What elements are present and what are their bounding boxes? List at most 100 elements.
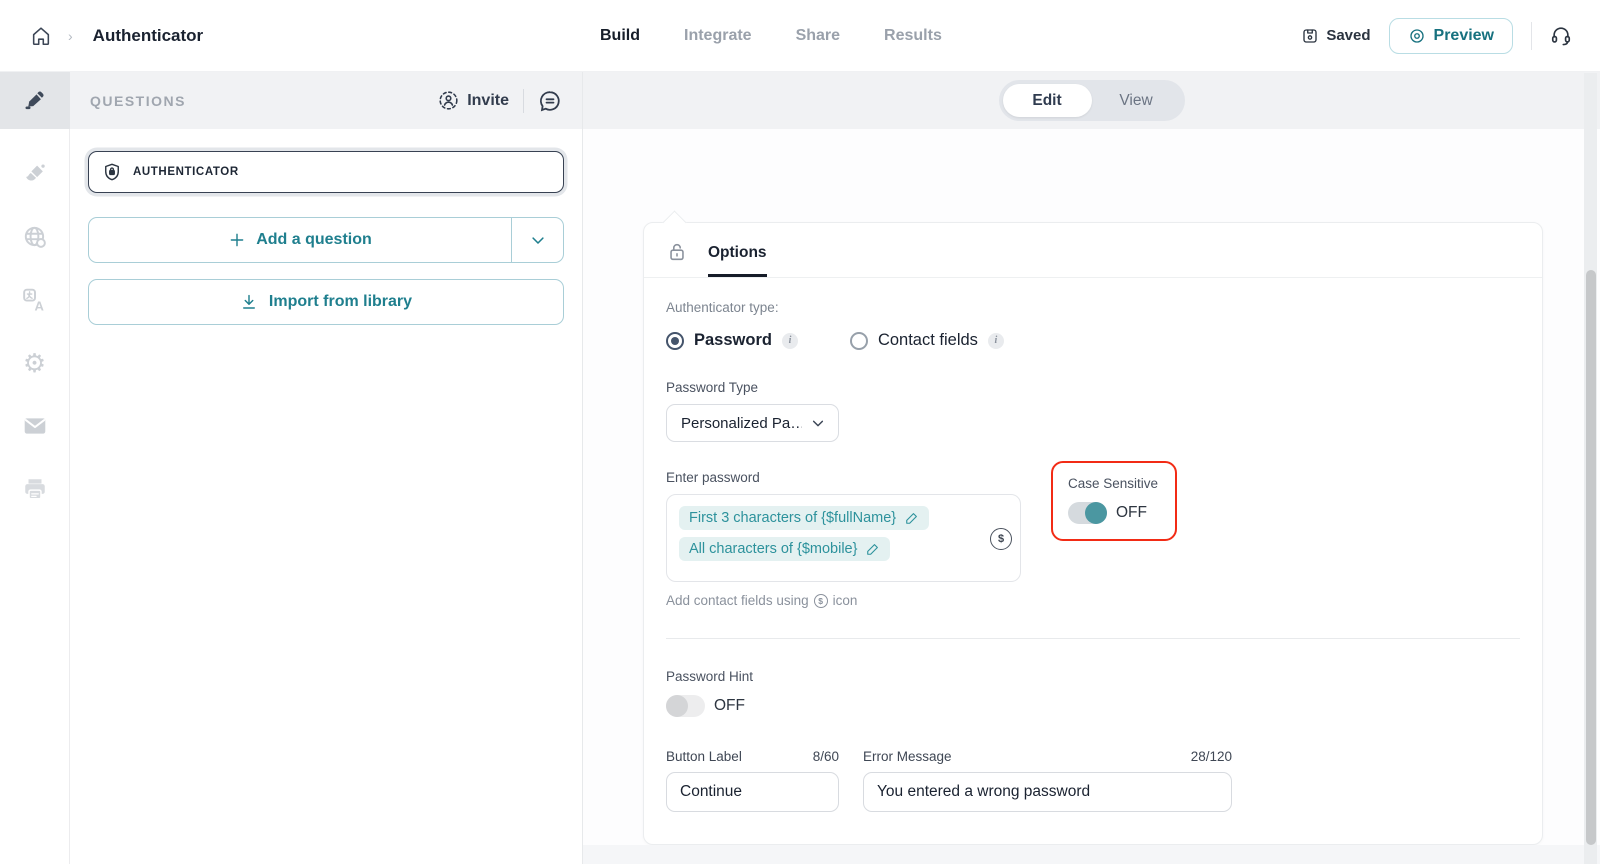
password-hint-toggle[interactable] xyxy=(666,695,705,717)
main-area: Edit View Options Authenticator type: xyxy=(583,72,1600,864)
button-label-counter: 8/60 xyxy=(813,749,839,764)
case-sensitive-highlight: Case Sensitive OFF xyxy=(1051,461,1177,541)
password-hint-field: Password Hint OFF xyxy=(666,669,1520,717)
shield-lock-icon xyxy=(102,162,122,182)
comments-button[interactable] xyxy=(538,89,562,113)
password-hint-state: OFF xyxy=(714,697,745,715)
case-sensitive-toggle[interactable] xyxy=(1068,502,1107,524)
error-message-input[interactable] xyxy=(863,772,1232,812)
radio-unselected-icon[interactable] xyxy=(850,332,868,350)
info-icon[interactable]: i xyxy=(782,333,798,349)
support-button[interactable] xyxy=(1550,25,1572,47)
helper-prefix: Add contact fields using xyxy=(666,593,809,608)
options-card-body: Authenticator type: Password i Contact f… xyxy=(644,278,1542,834)
printer-icon xyxy=(22,476,48,502)
radio-contact-fields[interactable]: Contact fields i xyxy=(850,331,1004,350)
saved-status: Saved xyxy=(1301,27,1370,45)
info-icon[interactable]: i xyxy=(988,333,1004,349)
insert-contact-field-button[interactable]: $ xyxy=(990,528,1012,550)
preview-label: Preview xyxy=(1434,27,1494,45)
add-question-button[interactable]: Add a question xyxy=(89,218,511,262)
main-header: Edit View xyxy=(583,72,1600,129)
globe-icon xyxy=(22,224,48,250)
rail-item-print[interactable] xyxy=(22,476,48,502)
tab-build[interactable]: Build xyxy=(600,27,640,45)
rail-item-build-active[interactable] xyxy=(0,72,70,129)
home-icon xyxy=(30,25,52,47)
divider xyxy=(523,89,524,113)
preview-eye-icon xyxy=(1408,27,1426,45)
rail-item-design[interactable] xyxy=(22,161,48,187)
toggle-edit[interactable]: Edit xyxy=(1003,84,1092,117)
breadcrumb: › Authenticator xyxy=(28,23,203,49)
mail-icon xyxy=(22,413,48,439)
button-label-input[interactable] xyxy=(666,772,839,812)
password-composer-box[interactable]: First 3 characters of {$fullName} All ch… xyxy=(666,494,1021,582)
import-from-library-button[interactable]: Import from library xyxy=(88,279,564,325)
chevron-down-icon xyxy=(810,415,826,431)
translate-icon: A xyxy=(22,287,48,313)
chip-label: First 3 characters of {$fullName} xyxy=(689,510,896,526)
error-message-counter: 28/120 xyxy=(1191,749,1232,764)
add-question-dropdown-button[interactable] xyxy=(511,218,563,262)
button-label-label: Button Label xyxy=(666,749,742,764)
password-type-select[interactable]: Personalized Pa… xyxy=(666,404,839,442)
page-title: Authenticator xyxy=(93,26,204,46)
rail-item-translate[interactable]: A xyxy=(22,287,48,313)
dollar-icon: $ xyxy=(998,533,1004,545)
divider xyxy=(1531,22,1532,50)
password-hint-label: Password Hint xyxy=(666,669,1520,684)
questions-list: AUTHENTICATOR Add a question xyxy=(70,129,582,347)
edit-view-toggle: Edit View xyxy=(999,80,1185,121)
invite-label: Invite xyxy=(467,92,509,110)
radio-contact-fields-label: Contact fields xyxy=(878,331,978,350)
questions-panel: QUESTIONS Invite xyxy=(70,72,583,864)
radio-selected-icon[interactable] xyxy=(666,332,684,350)
password-type-label: Password Type xyxy=(666,380,1520,395)
scrollbar[interactable] xyxy=(1584,73,1597,864)
tab-integrate[interactable]: Integrate xyxy=(684,27,752,45)
edit-pencil-icon[interactable] xyxy=(905,511,919,525)
paintbrush-icon xyxy=(22,162,47,187)
case-sensitive-state: OFF xyxy=(1116,504,1147,522)
toggle-knob xyxy=(666,695,688,717)
password-chip-fullname[interactable]: First 3 characters of {$fullName} xyxy=(679,506,929,530)
rail-item-globe[interactable] xyxy=(22,224,48,250)
password-chip-mobile[interactable]: All characters of {$mobile} xyxy=(679,537,890,561)
top-nav: Build Integrate Share Results xyxy=(600,0,942,72)
edit-pencil-icon[interactable] xyxy=(866,542,880,556)
helper-suffix: icon xyxy=(833,593,858,608)
top-bar: › Authenticator Build Integrate Share Re… xyxy=(0,0,1600,72)
radio-password[interactable]: Password i xyxy=(666,331,798,350)
dollar-icon: $ xyxy=(814,594,828,608)
scrollbar-thumb[interactable] xyxy=(1586,270,1596,845)
save-icon xyxy=(1301,27,1319,45)
radio-password-label: Password xyxy=(694,331,772,350)
tab-results[interactable]: Results xyxy=(884,27,942,45)
chevron-right-icon: › xyxy=(68,28,73,44)
divider xyxy=(666,638,1520,639)
invite-button[interactable]: Invite xyxy=(438,90,509,111)
button-label-field: Button Label 8/60 xyxy=(666,749,839,812)
rail-item-settings[interactable]: ⚙ xyxy=(22,350,48,376)
password-type-field: Password Type Personalized Pa… xyxy=(666,380,1520,442)
add-question-label: Add a question xyxy=(256,231,372,249)
tab-options[interactable]: Options xyxy=(708,244,767,277)
toggle-view[interactable]: View xyxy=(1092,84,1181,117)
pencil-icon xyxy=(23,89,47,113)
add-question-split-button: Add a question xyxy=(88,217,564,263)
question-item-authenticator[interactable]: AUTHENTICATOR xyxy=(88,151,564,193)
preview-button[interactable]: Preview xyxy=(1389,18,1513,54)
questions-title: QUESTIONS xyxy=(90,93,186,109)
rail-item-email[interactable] xyxy=(22,413,48,439)
tab-share[interactable]: Share xyxy=(796,27,840,45)
toggle-knob xyxy=(1085,502,1107,524)
chat-bubble-icon xyxy=(538,89,562,113)
saved-label: Saved xyxy=(1326,27,1370,44)
chip-label: All characters of {$mobile} xyxy=(689,541,857,557)
import-label: Import from library xyxy=(269,293,412,311)
password-type-value: Personalized Pa… xyxy=(681,415,802,432)
download-icon xyxy=(240,293,258,311)
home-button[interactable] xyxy=(28,23,54,49)
svg-text:A: A xyxy=(34,298,44,313)
